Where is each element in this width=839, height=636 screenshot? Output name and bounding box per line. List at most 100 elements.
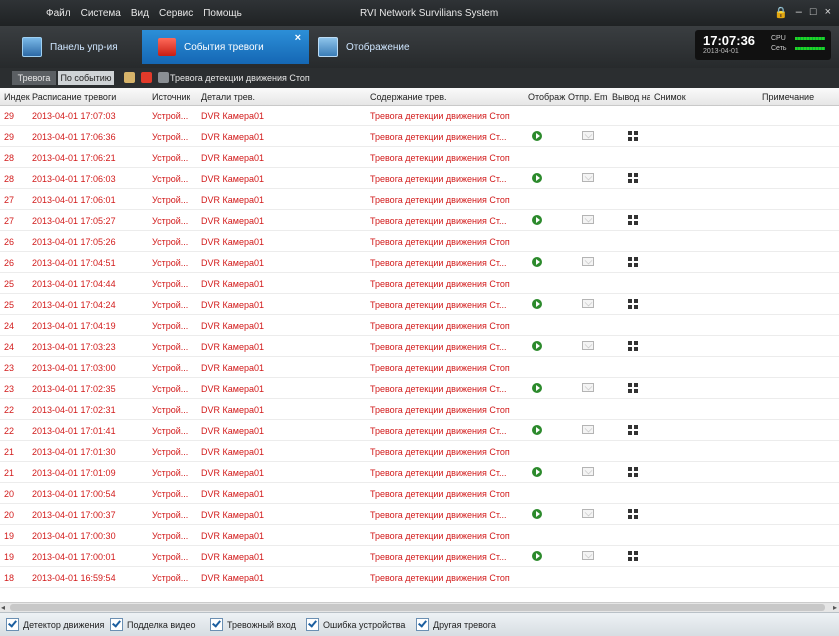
tab-close-icon[interactable]: × bbox=[295, 32, 301, 44]
menu-system[interactable]: Система bbox=[81, 8, 121, 19]
output-grid-icon[interactable] bbox=[628, 131, 638, 141]
table-row[interactable]: 22 2013-04-01 17:02:31 Устрой... DVR Камера… bbox=[0, 400, 839, 420]
siren-icon[interactable] bbox=[141, 72, 152, 83]
col-output[interactable]: Вывод на bbox=[612, 92, 650, 102]
output-grid-icon[interactable] bbox=[628, 467, 638, 477]
filter-alarm-input[interactable]: Тревожный вход bbox=[210, 618, 296, 631]
table-row[interactable]: 20 2013-04-01 17:00:37 Устрой... DVR Камера… bbox=[0, 505, 839, 525]
table-row[interactable]: 28 2013-04-01 17:06:21 Устрой... DVR Камера… bbox=[0, 148, 839, 168]
table-row[interactable]: 24 2013-04-01 17:03:23 Устрой... DVR Камера… bbox=[0, 337, 839, 357]
output-grid-icon[interactable] bbox=[628, 551, 638, 561]
email-icon[interactable] bbox=[582, 299, 594, 308]
table-row[interactable]: 19 2013-04-01 17:00:01 Устрой... DVR Камера… bbox=[0, 547, 839, 567]
close-icon[interactable]: × bbox=[825, 6, 831, 19]
output-grid-icon[interactable] bbox=[628, 299, 638, 309]
play-icon[interactable] bbox=[532, 257, 542, 267]
minimize-icon[interactable]: – bbox=[796, 6, 802, 19]
table-row[interactable]: 23 2013-04-01 17:03:00 Устрой... DVR Камера… bbox=[0, 358, 839, 378]
table-row[interactable]: 18 2013-04-01 16:59:54 Устрой... DVR Камера… bbox=[0, 568, 839, 588]
col-content[interactable]: Содержание трев. bbox=[370, 92, 447, 102]
play-icon[interactable] bbox=[532, 551, 542, 561]
menu-help[interactable]: Помощь bbox=[203, 8, 242, 19]
col-schedule[interactable]: Расписание тревоги bbox=[32, 92, 116, 102]
play-icon[interactable] bbox=[532, 299, 542, 309]
email-icon[interactable] bbox=[582, 551, 594, 560]
output-grid-icon[interactable] bbox=[628, 215, 638, 225]
checkbox-checked-icon[interactable] bbox=[110, 618, 123, 631]
col-snapshot[interactable]: Снимок bbox=[654, 92, 686, 102]
checkbox-checked-icon[interactable] bbox=[210, 618, 223, 631]
email-icon[interactable] bbox=[582, 425, 594, 434]
checkbox-checked-icon[interactable] bbox=[6, 618, 19, 631]
scroll-left-icon[interactable]: ◂ bbox=[1, 603, 5, 612]
col-source[interactable]: Источник bbox=[152, 92, 190, 102]
play-icon[interactable] bbox=[532, 215, 542, 225]
table-row[interactable]: 20 2013-04-01 17:00:54 Устрой... DVR Камера… bbox=[0, 484, 839, 504]
email-icon[interactable] bbox=[582, 467, 594, 476]
table-row[interactable]: 26 2013-04-01 17:04:51 Устрой... DVR Камера… bbox=[0, 253, 839, 273]
cell-schedule: 2013-04-01 17:00:54 bbox=[32, 489, 116, 499]
menu-file[interactable]: Файл bbox=[46, 8, 71, 19]
play-icon[interactable] bbox=[532, 383, 542, 393]
filter-other-alarm[interactable]: Другая тревога bbox=[416, 618, 496, 631]
play-icon[interactable] bbox=[532, 341, 542, 351]
tab-alarm-events[interactable]: События тревоги × bbox=[142, 30, 309, 64]
menu-view[interactable]: Вид bbox=[131, 8, 149, 19]
output-grid-icon[interactable] bbox=[628, 383, 638, 393]
output-grid-icon[interactable] bbox=[628, 173, 638, 183]
table-row[interactable]: 23 2013-04-01 17:02:35 Устрой... DVR Камера… bbox=[0, 379, 839, 399]
lock-icon[interactable]: 🔒 bbox=[774, 6, 788, 19]
email-icon[interactable] bbox=[582, 383, 594, 392]
tab-control-panel[interactable]: Панель упр-ия bbox=[22, 30, 118, 64]
col-send-email[interactable]: Отпр. Em bbox=[568, 92, 608, 102]
output-grid-icon[interactable] bbox=[628, 257, 638, 267]
table-row[interactable]: 22 2013-04-01 17:01:41 Устрой... DVR Камера… bbox=[0, 421, 839, 441]
email-icon[interactable] bbox=[582, 131, 594, 140]
table-row[interactable]: 29 2013-04-01 17:07:03 Устрой... DVR Камера… bbox=[0, 106, 839, 126]
table-row[interactable]: 27 2013-04-01 17:06:01 Устрой... DVR Камера… bbox=[0, 190, 839, 210]
filter-video-tamper[interactable]: Подделка видео bbox=[110, 618, 195, 631]
email-icon[interactable] bbox=[582, 215, 594, 224]
play-icon[interactable] bbox=[532, 425, 542, 435]
cell-index: 27 bbox=[4, 195, 15, 205]
table-row[interactable]: 26 2013-04-01 17:05:26 Устрой... DVR Камера… bbox=[0, 232, 839, 252]
checkbox-checked-icon[interactable] bbox=[416, 618, 429, 631]
play-icon[interactable] bbox=[532, 467, 542, 477]
email-icon[interactable] bbox=[582, 257, 594, 266]
col-display[interactable]: Отображ bbox=[528, 92, 566, 102]
filter-device-error[interactable]: Ошибка устройства bbox=[306, 618, 405, 631]
table-row[interactable]: 19 2013-04-01 17:00:30 Устрой... DVR Камера… bbox=[0, 526, 839, 546]
email-icon[interactable] bbox=[582, 341, 594, 350]
camera-icon[interactable] bbox=[158, 72, 169, 83]
table-row[interactable]: 27 2013-04-01 17:05:27 Устрой... DVR Камера… bbox=[0, 211, 839, 231]
output-grid-icon[interactable] bbox=[628, 425, 638, 435]
col-details[interactable]: Детали трев. bbox=[201, 92, 255, 102]
tab-display[interactable]: Отображение bbox=[318, 30, 410, 64]
person-icon[interactable] bbox=[124, 72, 135, 83]
scroll-thumb[interactable] bbox=[10, 604, 825, 611]
play-icon[interactable] bbox=[532, 173, 542, 183]
table-row[interactable]: 25 2013-04-01 17:04:24 Устрой... DVR Камера… bbox=[0, 295, 839, 315]
scroll-right-icon[interactable]: ▸ bbox=[833, 603, 837, 612]
checkbox-checked-icon[interactable] bbox=[306, 618, 319, 631]
alarm-button[interactable]: Тревога bbox=[12, 71, 56, 85]
by-event-button[interactable]: По событию bbox=[58, 71, 114, 85]
table-row[interactable]: 25 2013-04-01 17:04:44 Устрой... DVR Камера… bbox=[0, 274, 839, 294]
email-icon[interactable] bbox=[582, 173, 594, 182]
play-icon[interactable] bbox=[532, 509, 542, 519]
col-note[interactable]: Примечание bbox=[762, 92, 814, 102]
table-row[interactable]: 21 2013-04-01 17:01:09 Устрой... DVR Камера… bbox=[0, 463, 839, 483]
menu-service[interactable]: Сервис bbox=[159, 8, 193, 19]
table-row[interactable]: 24 2013-04-01 17:04:19 Устрой... DVR Камера… bbox=[0, 316, 839, 336]
alarm-message: Тревога детекции движения Стоп bbox=[170, 73, 310, 83]
output-grid-icon[interactable] bbox=[628, 341, 638, 351]
table-row[interactable]: 28 2013-04-01 17:06:03 Устрой... DVR Камера… bbox=[0, 169, 839, 189]
maximize-icon[interactable]: □ bbox=[810, 6, 817, 19]
email-icon[interactable] bbox=[582, 509, 594, 518]
col-index[interactable]: Индек bbox=[4, 92, 30, 102]
table-row[interactable]: 29 2013-04-01 17:06:36 Устрой... DVR Камера… bbox=[0, 127, 839, 147]
play-icon[interactable] bbox=[532, 131, 542, 141]
filter-motion[interactable]: Детектор движения bbox=[6, 618, 104, 631]
table-row[interactable]: 21 2013-04-01 17:01:30 Устрой... DVR Камера… bbox=[0, 442, 839, 462]
output-grid-icon[interactable] bbox=[628, 509, 638, 519]
